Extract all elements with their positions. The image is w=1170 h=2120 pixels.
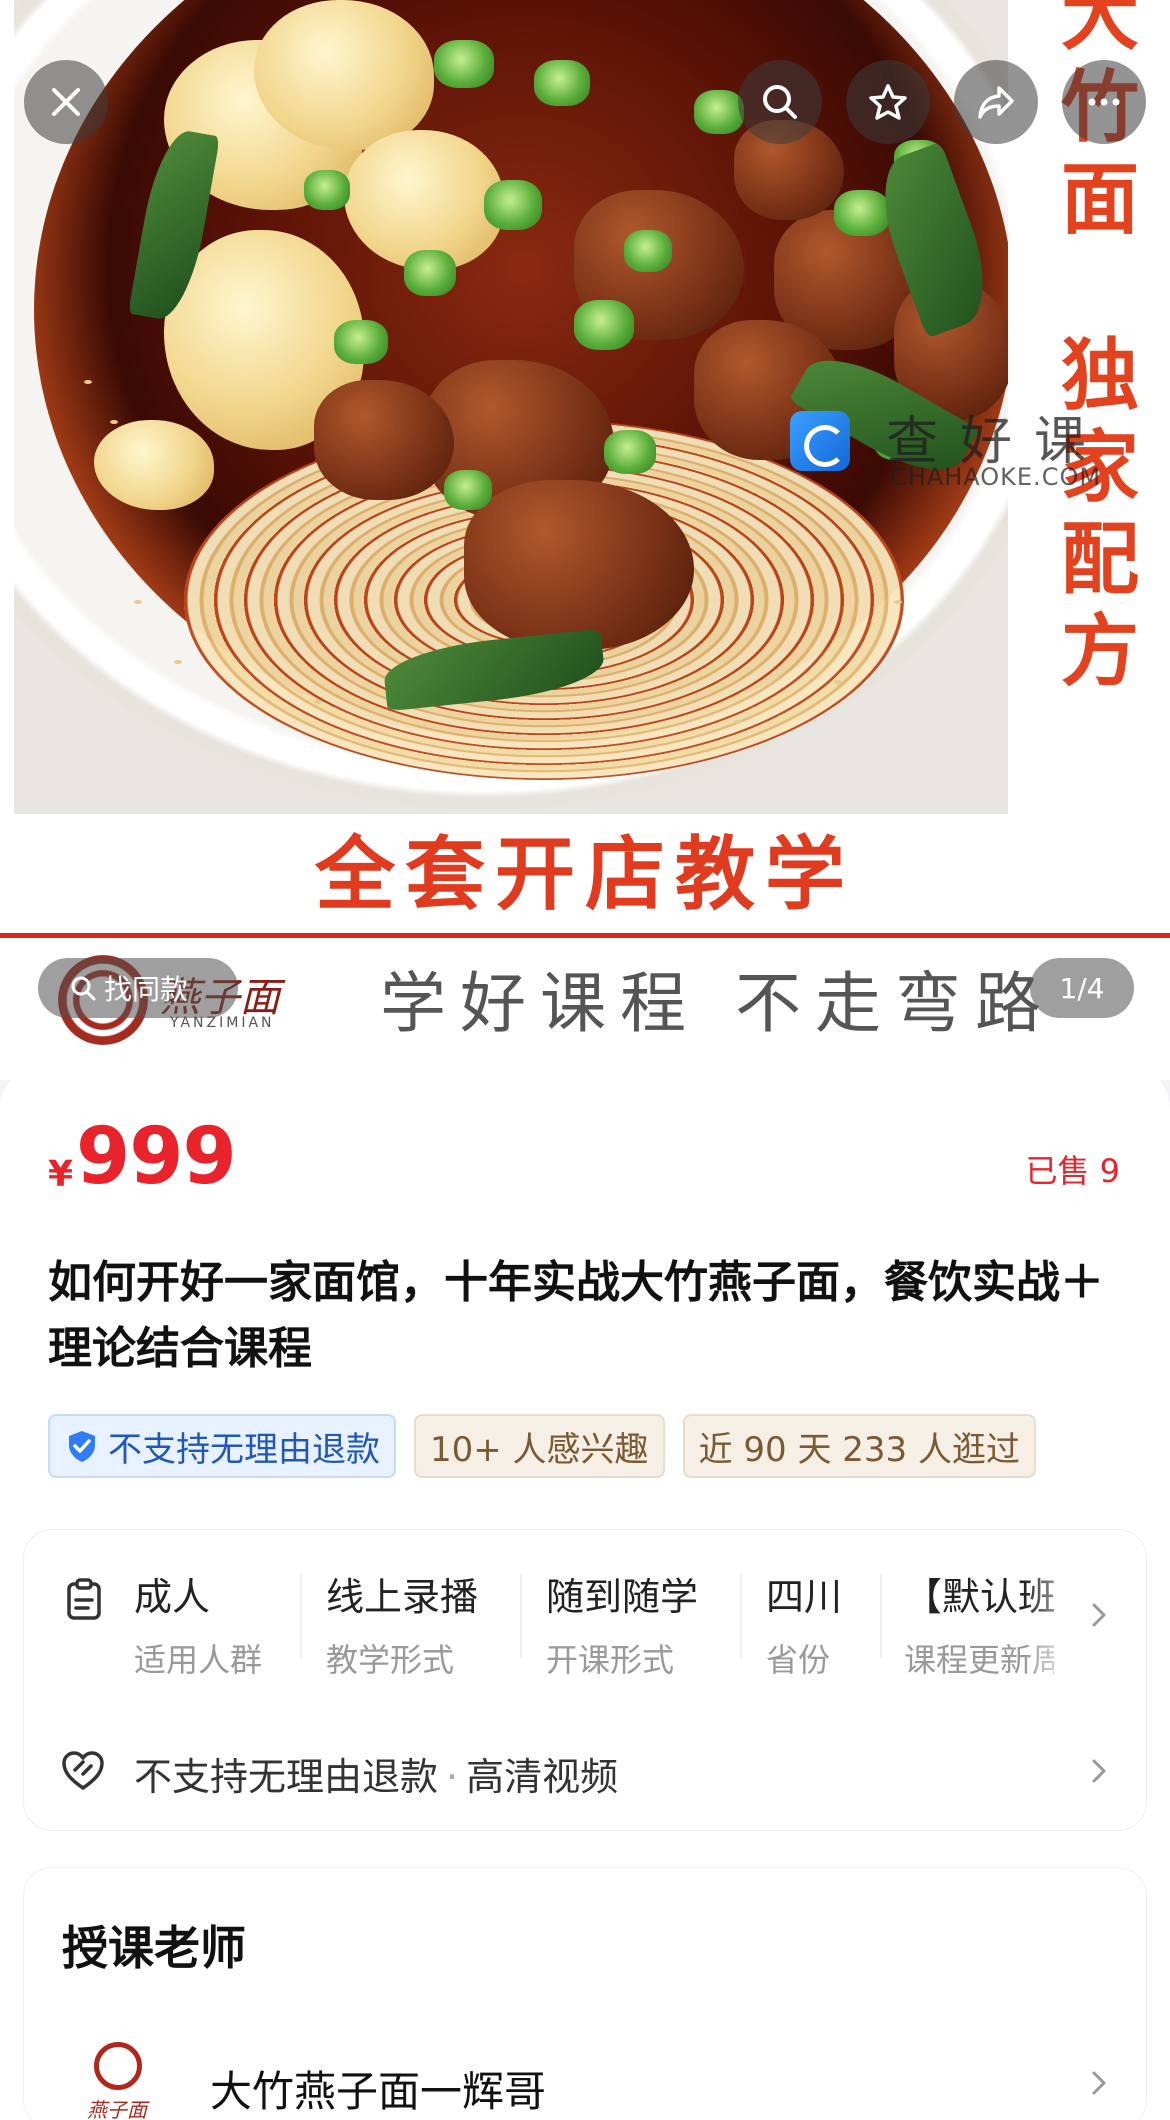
price-value: 999 [76,1112,237,1202]
chevron-right-icon [1092,1603,1106,1627]
visit-count-tag: 近 90 天 233 人逛过 [682,1414,1036,1478]
banner-divider [0,933,1170,938]
promo-banner: 全套开店教学 [315,828,855,921]
product-title: 如何开好一家面馆，十年实战大竹燕子面，餐饮实战＋理论结合课程 [48,1257,1104,1374]
chevron-right-icon[interactable] [1084,2068,1114,2098]
favorite-button[interactable] [846,60,930,144]
product-tags: 不支持无理由退款 10+ 人感兴趣 近 90 天 233 人逛过 [48,1414,1036,1478]
search-icon [763,85,797,119]
attributes-panel: 成人 适用人群 线上录播 教学形式 随到随学 开课形式 四川 省份 【默认班 课… [24,1530,1146,1830]
more-button[interactable] [1062,60,1146,144]
chevron-right-icon [1092,1759,1106,1783]
close-button[interactable] [24,60,108,144]
teacher-avatar[interactable]: 燕子面 [72,2042,162,2120]
watermark-logo-icon [790,411,850,471]
service-guarantee-row[interactable]: 不支持无理由退款 · 高清视频 [24,1730,1146,1810]
service-guarantee-text: 不支持无理由退款 · 高清视频 [134,1755,619,1799]
attr-province: 四川 省份 [766,1575,843,1679]
promo-slogan: 学好课程 不走弯路 [380,965,1055,1042]
product-image-carousel[interactable]: 大 竹 面 独 家 配 方 查好课 CHAHAOKE.COM 全套开店教学 燕子… [0,0,1170,1080]
attr-teaching-format: 线上录播 教学形式 [326,1575,479,1679]
attributes-row[interactable]: 成人 适用人群 线上录播 教学形式 随到随学 开课形式 四川 省份 【默认班 课… [24,1530,1146,1690]
close-icon [52,88,80,116]
more-icon [1088,98,1120,106]
currency-symbol: ¥ [48,1154,74,1195]
teacher-section-title: 授课老师 [62,1921,246,1975]
search-button[interactable] [738,60,822,144]
watermark-url: CHAHAOKE.COM [890,463,1102,491]
find-similar-icon [71,976,96,1001]
clipboard-icon [67,1578,101,1620]
find-similar-label: 找同款 [104,973,189,1006]
share-button[interactable] [954,60,1038,144]
attr-class-format: 随到随学 开课形式 [546,1575,699,1679]
teacher-name[interactable]: 大竹燕子面一辉哥 [210,2058,546,2119]
attr-audience: 成人 适用人群 [134,1575,263,1679]
heart-shield-icon [62,1751,104,1790]
refund-policy-tag[interactable]: 不支持无理由退款 [48,1414,396,1478]
refund-policy-label: 不支持无理由退款 [108,1429,380,1470]
sold-count: 已售 9 [1025,1152,1120,1190]
star-icon [869,84,907,120]
page-indicator: 1/4 [1030,958,1134,1018]
share-icon [978,86,1014,119]
shield-check-icon [69,1431,95,1462]
teacher-section: 授课老师 燕子面 大竹燕子面一辉哥 [24,1868,1146,2120]
side-slogan-bottom: 独 家 配 方 [1060,330,1139,697]
interest-count-tag: 10+ 人感兴趣 [414,1414,665,1478]
find-similar-button[interactable]: 找同款 [38,958,238,1018]
